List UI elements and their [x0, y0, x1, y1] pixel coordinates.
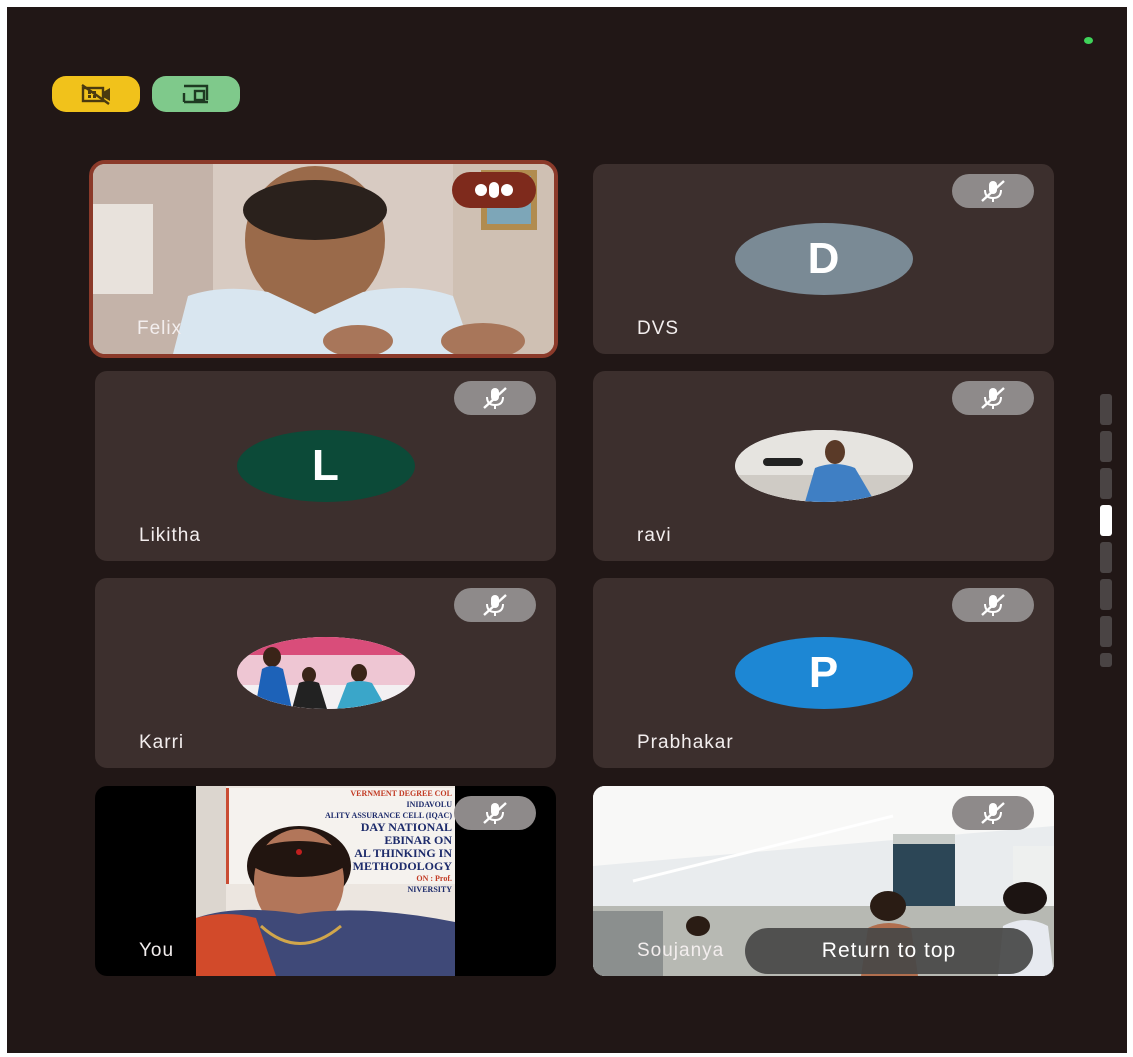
participant-tile-felix[interactable]: Felix — [89, 160, 558, 358]
cast-icon — [182, 84, 209, 104]
participant-name: You — [139, 940, 175, 961]
scroll-segment[interactable] — [1100, 542, 1112, 573]
avatar: P — [734, 637, 913, 709]
audio-level-icon — [475, 182, 513, 198]
meeting-screen: Felix D DVS L Likitha ravi Karri P Prabh… — [7, 7, 1127, 1053]
avatar-letter: P — [808, 648, 839, 697]
mic-off-icon — [483, 802, 507, 824]
muted-indicator — [952, 174, 1034, 208]
video-off-icon — [81, 84, 110, 105]
mic-off-icon — [483, 594, 507, 616]
participant-tile-prabhakar[interactable]: P Prabhakar — [593, 578, 1054, 768]
scroll-segment[interactable] — [1100, 579, 1112, 610]
participant-name: Felix — [137, 318, 183, 339]
scroll-segment[interactable] — [1100, 468, 1112, 499]
mic-off-icon — [981, 180, 1005, 202]
avatar-letter: L — [312, 441, 339, 490]
participant-tile-likitha[interactable]: L Likitha — [95, 371, 556, 561]
mic-off-icon — [981, 594, 1005, 616]
screen-share-button[interactable] — [152, 76, 240, 112]
avatar-photo — [236, 637, 415, 709]
muted-indicator — [952, 381, 1034, 415]
mic-off-icon — [981, 802, 1005, 824]
participant-name: DVS — [637, 318, 680, 339]
return-to-top-button[interactable]: Return to top — [745, 928, 1033, 974]
muted-indicator — [454, 381, 536, 415]
avatar-photo — [734, 430, 913, 502]
profile-photo — [734, 430, 913, 502]
participant-tile-dvs[interactable]: D DVS — [593, 164, 1054, 354]
avatar-letter: D — [807, 234, 840, 283]
self-person — [196, 786, 455, 976]
participant-name: Likitha — [139, 525, 201, 546]
participant-name: Prabhakar — [637, 732, 734, 753]
muted-indicator — [952, 588, 1034, 622]
muted-indicator — [454, 588, 536, 622]
participant-tile-karri[interactable]: Karri — [95, 578, 556, 768]
participant-tile-self[interactable]: VERNMENT DEGREE COL INIDAVOLU ALITY ASSU… — [95, 786, 556, 976]
scroll-segment-active[interactable] — [1100, 505, 1112, 536]
muted-indicator — [952, 796, 1034, 830]
scroll-segment[interactable] — [1100, 394, 1112, 425]
avatar: D — [734, 223, 913, 295]
profile-photo — [236, 637, 415, 709]
participant-name: Soujanya — [637, 940, 725, 961]
avatar: L — [236, 430, 415, 502]
scroll-segment[interactable] — [1100, 616, 1112, 647]
mic-off-icon — [981, 387, 1005, 409]
scroll-segment[interactable] — [1100, 431, 1112, 462]
connection-status-dot — [1084, 37, 1093, 44]
speaking-indicator — [452, 172, 536, 208]
muted-indicator — [454, 796, 536, 830]
camera-off-button[interactable] — [52, 76, 140, 112]
self-video-feed: VERNMENT DEGREE COL INIDAVOLU ALITY ASSU… — [196, 786, 455, 976]
participant-name: ravi — [637, 525, 672, 546]
participant-tile-ravi[interactable]: ravi — [593, 371, 1054, 561]
mic-off-icon — [483, 387, 507, 409]
participant-name: Karri — [139, 732, 185, 753]
scroll-segment[interactable] — [1100, 653, 1112, 667]
